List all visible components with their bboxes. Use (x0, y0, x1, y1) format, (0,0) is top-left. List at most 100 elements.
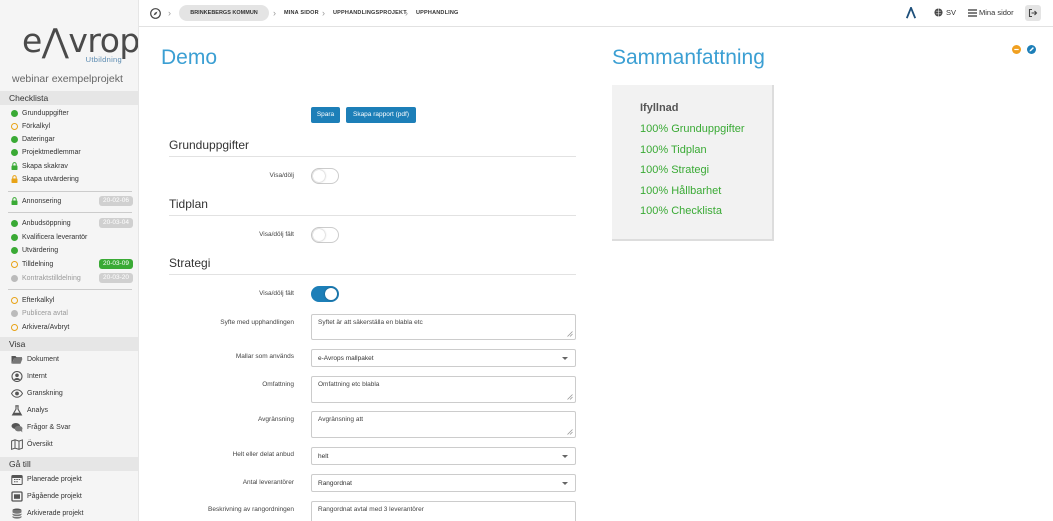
breadcrumb-item[interactable]: BRINKEBERGS KOMMUN (179, 5, 269, 21)
summary-row[interactable]: 100% Tidplan (640, 144, 707, 156)
select-value: helt (318, 453, 329, 460)
view-label: Granskning (27, 390, 63, 397)
sidebar-item-label: Annonsering (22, 198, 62, 205)
sidebar-item-label: Dateringar (22, 136, 55, 143)
syfte-textarea[interactable]: Syftet är att säkerställa en blabla etc (311, 314, 576, 340)
resize-grip-icon[interactable] (567, 331, 573, 337)
status-done-icon (11, 220, 18, 227)
status-pending-icon (11, 324, 18, 331)
status-pending-icon (11, 297, 18, 304)
pencil-glyph (1029, 47, 1034, 52)
field-label: Visa/dölj (269, 172, 294, 179)
avgransning-textarea[interactable]: Avgränsning att (311, 411, 576, 438)
sidebar-item-label: Skapa utvärdering (22, 176, 79, 183)
sidebar-item-annonsering[interactable]: Annonsering 20-02-06 (0, 195, 138, 208)
sidebar-goto-pagaende[interactable]: Pågående projekt (0, 488, 138, 505)
chevron-right-icon: › (168, 8, 171, 18)
minus-circle-icon[interactable] (1012, 45, 1021, 54)
breadcrumb-item[interactable]: UPPHANDLING (416, 10, 459, 16)
goto-label: Pågående projekt (27, 493, 82, 500)
status-pending-icon (11, 261, 18, 268)
field-label: Visa/dölj fält (259, 290, 294, 297)
select-value: e-Avrops mallpaket (318, 355, 374, 362)
summary-row[interactable]: 100% Grunduppgifter (640, 123, 745, 135)
toggle-grunduppgifter[interactable] (311, 168, 339, 184)
top-bar: › BRINKEBERGS KOMMUN › MINA SIDOR › UPPH… (139, 0, 1053, 27)
summary-row[interactable]: 100% Strategi (640, 164, 709, 176)
textarea-value: Rangordnat avtal med 3 leverantörer (318, 506, 424, 513)
sidebar-item-anbudsoppning[interactable]: Anbudsöppning 20-03-04 (0, 217, 138, 230)
toggle-tidplan[interactable] (311, 227, 339, 243)
map-icon (11, 439, 23, 450)
resize-grip-icon[interactable] (567, 429, 573, 435)
goto-header: Gå till (0, 457, 138, 471)
sidebar-item-label: Skapa skakrav (22, 163, 68, 170)
sidebar-item-forkalkyl[interactable]: Förkalkyl (0, 120, 138, 133)
flask-icon (11, 405, 23, 416)
textarea-value: Avgränsning att (318, 416, 364, 423)
antal-leverantorer-select[interactable]: Rangordnat (311, 474, 576, 492)
sidebar-item-label: Utvärdering (22, 247, 59, 254)
date-badge: 20-03-04 (98, 218, 133, 228)
status-done-icon (11, 110, 18, 117)
section-title-tidplan: Tidplan (169, 197, 208, 211)
section-title-grunduppgifter: Grunduppgifter (169, 138, 250, 152)
sidebar-item-tilldelning[interactable]: Tilldelning 20-03-09 (0, 258, 138, 271)
logo[interactable]: e⋀vrop Utbildning (22, 24, 138, 68)
status-done-icon (11, 247, 18, 254)
chevron-right-icon: › (322, 8, 325, 18)
caret-down-icon (562, 357, 568, 360)
compass-icon[interactable] (150, 8, 161, 19)
globe-icon[interactable] (934, 8, 943, 17)
user-circle-icon (11, 371, 23, 382)
chevron-right-icon: › (273, 8, 276, 18)
sidebar-item-label: Kontraktstilldelning (22, 275, 81, 282)
status-done-icon (11, 234, 18, 241)
sidebar-item-utvardering[interactable]: Utvärdering (0, 244, 138, 257)
view-label: Dokument (27, 356, 59, 363)
breadcrumb-item[interactable]: UPPHANDLINGSPROJEKT (333, 10, 407, 16)
field-label: Beskrivning av rangordningen (208, 506, 294, 513)
sidebar-item-label: Projektmedlemmar (22, 149, 81, 156)
summary-row[interactable]: 100% Checklista (640, 205, 722, 217)
toggle-strategi[interactable] (311, 286, 339, 302)
goto-label: Planerade projekt (27, 476, 82, 483)
omfattning-textarea[interactable]: Omfattning etc blabla (311, 376, 576, 403)
select-value: Rangordnat (318, 480, 352, 487)
status-disabled-icon (11, 310, 18, 317)
sidebar-item-dateringar[interactable]: Dateringar (0, 133, 138, 146)
section-title-strategi: Strategi (169, 256, 211, 270)
resize-grip-icon[interactable] (567, 394, 573, 400)
section-divider (169, 274, 576, 275)
logo-text: e⋀vrop (22, 21, 139, 60)
logout-button[interactable] (1025, 5, 1041, 21)
sidebar-item-label: Grunduppgifter (22, 110, 69, 117)
database-icon (12, 508, 22, 519)
field-label: Mallar som används (235, 353, 294, 360)
field-label: Syfte med upphandlingen (220, 319, 294, 326)
sidebar-item-projektmedlemmar[interactable]: Projektmedlemmar (0, 146, 138, 159)
summary-title: Sammanfattning (612, 46, 765, 69)
mallar-select[interactable]: e-Avrops mallpaket (311, 349, 576, 367)
save-button[interactable]: Spara (311, 107, 340, 123)
view-label: Översikt (27, 441, 53, 448)
edit-circle-icon[interactable] (1027, 45, 1036, 54)
sidebar-item-kontraktstilldelning[interactable]: Kontraktstilldelning 20-03-20 (0, 272, 138, 285)
menu-icon[interactable] (968, 9, 977, 17)
view-label: Internt (27, 373, 47, 380)
language-selector[interactable]: SV (946, 8, 956, 17)
my-pages-link[interactable]: Mina sidor (979, 8, 1014, 17)
beskrivning-textarea[interactable]: Rangordnat avtal med 3 leverantörer (311, 501, 576, 521)
chevron-right-icon: › (405, 8, 408, 18)
lock-icon (11, 162, 18, 170)
summary-row[interactable]: 100% Hållbarhet (640, 185, 721, 197)
avrop-logo-icon[interactable] (906, 7, 916, 19)
helt-delat-select[interactable]: helt (311, 447, 576, 465)
date-badge: 20-03-09 (98, 259, 133, 269)
checklist-header: Checklista (0, 91, 138, 105)
breadcrumb-item[interactable]: MINA SIDOR (284, 10, 319, 16)
sidebar-item-grunduppgifter[interactable]: Grunduppgifter (0, 107, 138, 120)
status-disabled-icon (11, 275, 18, 282)
date-badge: 20-03-20 (98, 273, 133, 283)
create-report-button[interactable]: Skapa rapport (pdf) (346, 107, 416, 123)
